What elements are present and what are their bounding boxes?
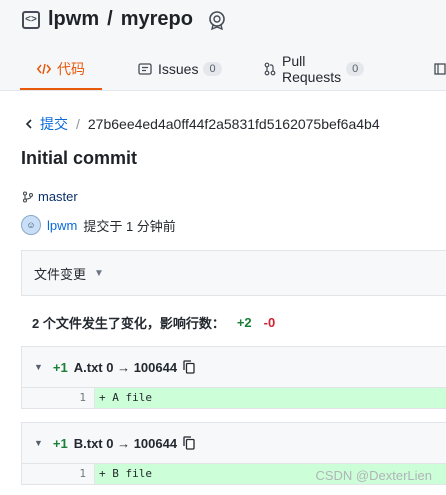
- file-diff-header[interactable]: ▼ +1 A.txt 0 → 100644: [22, 347, 446, 388]
- repo-title: <> lpwm / myrepo: [22, 8, 227, 31]
- line-number: 1: [79, 467, 86, 480]
- commit-author: ☺ lpwm 提交于 1 分钟前: [21, 215, 176, 235]
- file-path: A.txt 0 → 100644: [73, 359, 178, 375]
- repo-owner-link[interactable]: lpwm: [48, 8, 99, 31]
- commit-title: Initial commit: [21, 148, 138, 168]
- author-name-link[interactable]: lpwm: [47, 218, 77, 233]
- breadcrumb-separator: /: [76, 116, 80, 132]
- watermark: CSDN @DexterLien: [315, 468, 432, 483]
- diff-summary-text: 2 个文件发生了变化，影响行数：: [32, 316, 225, 331]
- pull-request-icon: [264, 62, 276, 76]
- repo-code-icon: <>: [22, 10, 40, 29]
- diff-stats: 2 个文件发生了变化，影响行数： +2 -0: [32, 313, 275, 332]
- commit-sha: 27b6ee4ed4a0ff44f2a5831fd5162075bef6a4b4: [87, 116, 380, 132]
- commits-back-link[interactable]: 提交: [24, 114, 68, 134]
- breadcrumb: 提交 / 27b6ee4ed4a0ff44f2a5831fd5162075bef…: [24, 114, 380, 134]
- pull-requests-count-badge: 0: [346, 62, 365, 76]
- branch-name: master: [38, 189, 78, 204]
- branch-icon: [22, 190, 34, 203]
- diff-line: 1 + A file: [22, 388, 446, 408]
- tab-more[interactable]: [434, 50, 446, 88]
- copy-icon[interactable]: [183, 360, 195, 374]
- tab-issues[interactable]: Issues 0: [138, 50, 222, 88]
- avatar[interactable]: ☺: [21, 215, 41, 235]
- file-path: B.txt 0 → 100644: [73, 435, 178, 451]
- collapse-triangle-icon[interactable]: ▼: [34, 438, 43, 448]
- file-diff: ▼ +1 A.txt 0 → 100644 1 + A file: [21, 346, 446, 409]
- file-additions: +1: [52, 435, 68, 451]
- code-icon: [37, 63, 51, 75]
- caret-down-icon: ▼: [94, 267, 104, 279]
- file-changes-dropdown[interactable]: 文件变更 ▼: [21, 250, 446, 296]
- file-changes-label: 文件变更: [34, 266, 87, 282]
- file-diff-header[interactable]: ▼ +1 B.txt 0 → 100644: [22, 423, 446, 464]
- tab-code-label: 代码: [57, 61, 85, 77]
- total-deletions: -0: [263, 315, 276, 330]
- book-icon: [434, 63, 446, 75]
- repo-path-separator: /: [107, 8, 113, 30]
- line-number-gutter: 1: [22, 388, 95, 408]
- commits-back-label: 提交: [40, 116, 68, 132]
- tab-pull-requests-label: Pull Requests: [282, 53, 342, 85]
- line-number-gutter: 1: [22, 464, 95, 484]
- file-additions: +1: [52, 359, 68, 375]
- tab-issues-label: Issues: [158, 61, 199, 77]
- issues-count-badge: 0: [203, 62, 222, 76]
- award-badge-icon[interactable]: [207, 10, 227, 30]
- issues-icon: [138, 63, 152, 75]
- line-number: 1: [79, 391, 86, 404]
- branch-link[interactable]: master: [22, 189, 78, 204]
- repo-name-link[interactable]: myrepo: [121, 8, 193, 31]
- tab-pull-requests[interactable]: Pull Requests 0: [264, 50, 365, 88]
- total-additions: +2: [236, 315, 252, 330]
- copy-icon[interactable]: [183, 436, 195, 450]
- chevron-left-icon: [25, 119, 32, 129]
- repo-header: <> lpwm / myrepo 代码 Issues 0 Pull Reques…: [0, 0, 446, 91]
- collapse-triangle-icon[interactable]: ▼: [34, 362, 43, 372]
- tab-code[interactable]: 代码: [20, 50, 102, 90]
- diff-line-code: + A file: [95, 388, 446, 408]
- commit-time-text: 提交于 1 分钟前: [83, 218, 176, 234]
